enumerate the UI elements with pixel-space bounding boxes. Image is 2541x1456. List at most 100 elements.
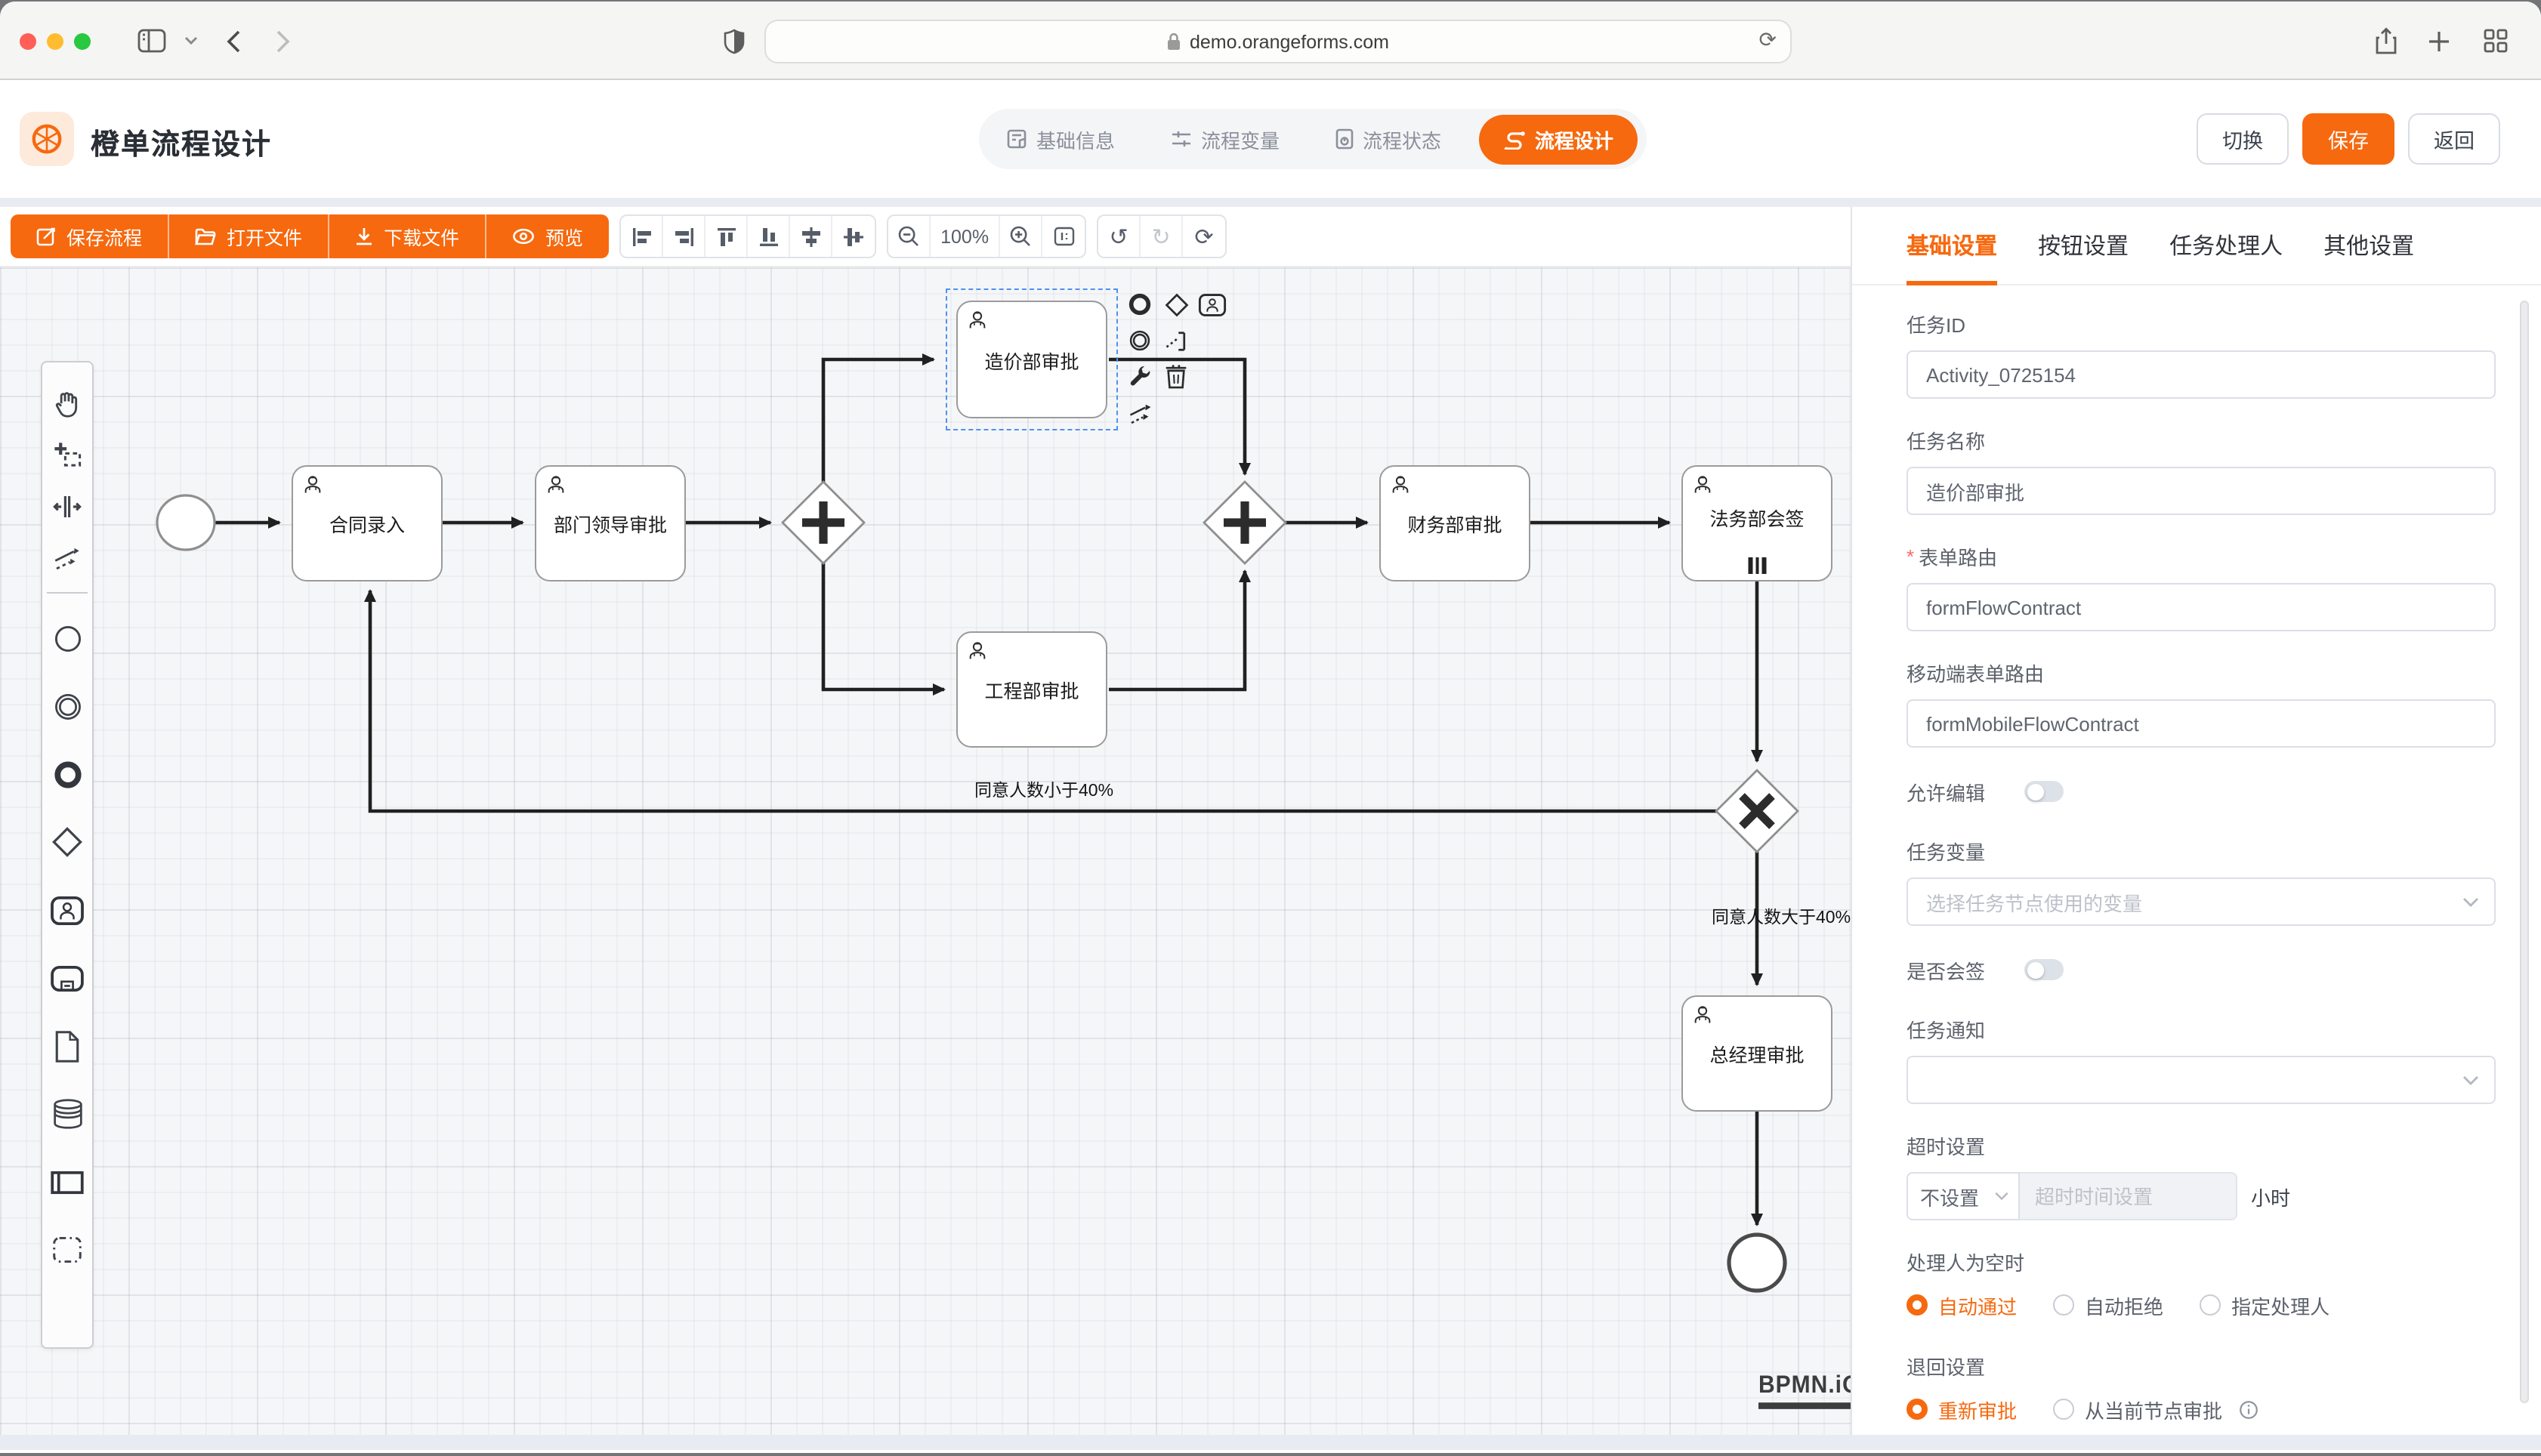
trash-icon[interactable]: [1160, 361, 1192, 393]
file-button-group: 保存流程 打开文件 下载文件 预览: [11, 214, 609, 258]
align-center-horizontal-button[interactable]: [790, 216, 832, 257]
task-node-contract-entry[interactable]: 合同录入: [292, 465, 443, 581]
tab-basic-info[interactable]: 基础信息: [988, 125, 1133, 153]
align-center-vertical-button[interactable]: [832, 216, 875, 257]
edit-icon: [36, 227, 56, 246]
parallel-gateway-join: [1204, 482, 1286, 563]
task-node-gm-approve[interactable]: 总经理审批: [1681, 995, 1832, 1112]
align-bottom-button[interactable]: [748, 216, 790, 257]
zoom-in-button[interactable]: [1000, 216, 1042, 257]
task-variable-select[interactable]: 选择任务节点使用的变量: [1907, 878, 2496, 926]
tab-overview-icon[interactable]: [2478, 23, 2514, 59]
tab-task-assignee[interactable]: 任务处理人: [2169, 207, 2283, 284]
tab-basic-settings[interactable]: 基础设置: [1907, 207, 1997, 284]
align-left-button[interactable]: [621, 216, 663, 257]
back-icon[interactable]: [215, 23, 251, 59]
task-notice-label: 任务通知: [1907, 1015, 2453, 1044]
edge-label-gt40[interactable]: 同意人数大于40%: [1712, 905, 1851, 929]
save-flow-button[interactable]: 保存流程: [11, 214, 169, 258]
reset-button[interactable]: ⟳: [1183, 216, 1225, 257]
tab-label: 流程状态: [1363, 125, 1441, 153]
connect-tool-icon[interactable]: [1124, 397, 1156, 429]
sidebar-icon[interactable]: [133, 23, 169, 59]
sliders-icon: [1171, 128, 1192, 150]
mobile-form-route-label: 移动端表单路由: [1907, 659, 2453, 687]
append-text-annotation-icon[interactable]: [1160, 325, 1192, 356]
tab-flow-variables[interactable]: 流程变量: [1153, 125, 1298, 153]
task-notice-select[interactable]: [1907, 1056, 2496, 1104]
radio-assign-handler[interactable]: 指定处理人: [2200, 1291, 2330, 1319]
zoom-group: 100%: [887, 214, 1086, 258]
radio-label: 指定处理人: [2231, 1291, 2330, 1319]
append-end-event-icon[interactable]: [1124, 288, 1156, 320]
eye-icon: [512, 228, 535, 245]
preview-button[interactable]: 预览: [486, 214, 609, 258]
radio-re-approve[interactable]: 重新审批: [1907, 1395, 2017, 1424]
task-node-engineering-approve[interactable]: 工程部审批: [956, 631, 1107, 748]
header-divider: [0, 198, 2541, 207]
minimize-window-button[interactable]: [47, 33, 63, 50]
chevron-down-icon[interactable]: [172, 23, 208, 59]
task-node-cost-dept-approve[interactable]: 造价部审批: [956, 301, 1107, 418]
button-label: 保存流程: [66, 222, 142, 251]
switch-button[interactable]: 切换: [2197, 113, 2289, 165]
user-icon: [302, 474, 323, 495]
shield-icon[interactable]: [716, 23, 752, 59]
save-button[interactable]: 保存: [2302, 113, 2394, 165]
timeout-mode-select[interactable]: 不设置: [1907, 1172, 2020, 1220]
address-bar[interactable]: demo.orangeforms.com ⟳: [764, 20, 1792, 63]
wrench-icon[interactable]: [1124, 361, 1156, 393]
allow-edit-toggle[interactable]: [2024, 781, 2064, 802]
bpmn-io-watermark: BPMN.iO: [1758, 1371, 1851, 1409]
task-node-legal-countersign[interactable]: 法务部会签: [1681, 465, 1832, 581]
back-button[interactable]: 返回: [2408, 113, 2500, 165]
align-right-button[interactable]: [663, 216, 705, 257]
button-label: 打开文件: [227, 222, 302, 251]
task-node-finance-approve[interactable]: 财务部审批: [1379, 465, 1530, 581]
close-window-button[interactable]: [20, 33, 36, 50]
radio-auto-reject[interactable]: 自动拒绝: [2053, 1291, 2163, 1319]
open-file-button[interactable]: 打开文件: [169, 214, 329, 258]
download-file-button[interactable]: 下载文件: [329, 214, 486, 258]
tab-label: 流程设计: [1535, 125, 1613, 153]
share-icon[interactable]: [2367, 23, 2404, 59]
undo-button[interactable]: ↺: [1098, 216, 1141, 257]
tab-button-settings[interactable]: 按钮设置: [2038, 207, 2129, 284]
context-pad: [1124, 288, 1236, 433]
zoom-window-button[interactable]: [74, 33, 91, 50]
task-id-input[interactable]: [1907, 350, 2496, 399]
select-value: 不设置: [1920, 1182, 1979, 1211]
forward-icon[interactable]: [264, 23, 301, 59]
radio-auto-pass[interactable]: 自动通过: [1907, 1291, 2017, 1319]
panel-scrollbar[interactable]: [2520, 301, 2529, 1403]
zoom-out-button[interactable]: [888, 216, 931, 257]
append-user-task-icon[interactable]: [1196, 288, 1228, 320]
panel-body: 任务ID 任务名称 * 表单路由 移动端表单路由 允许编辑 任务变量 选择任务节…: [1852, 285, 2499, 1426]
redo-button[interactable]: ↻: [1141, 216, 1183, 257]
tab-flow-status[interactable]: 流程状态: [1317, 125, 1459, 153]
select-placeholder: 选择任务节点使用的变量: [1926, 887, 2142, 916]
countersign-toggle[interactable]: [2024, 959, 2064, 980]
align-top-button[interactable]: [705, 216, 748, 257]
reload-icon[interactable]: ⟳: [1759, 27, 1777, 53]
radio-from-current-node[interactable]: 从当前节点审批: [2053, 1395, 2258, 1424]
user-icon: [1692, 1004, 1713, 1026]
task-node-dept-leader-approve[interactable]: 部门领导审批: [535, 465, 686, 581]
mobile-form-route-input[interactable]: [1907, 699, 2496, 748]
form-route-input[interactable]: [1907, 583, 2496, 631]
tab-other-settings[interactable]: 其他设置: [2323, 207, 2414, 284]
append-gateway-icon[interactable]: [1160, 288, 1192, 320]
zoom-level[interactable]: 100%: [931, 216, 1000, 257]
url-text: demo.orangeforms.com: [1190, 31, 1389, 52]
task-label: 法务部会签: [1709, 503, 1804, 532]
tab-flow-design[interactable]: 流程设计: [1479, 114, 1638, 164]
timeout-value-input[interactable]: [2020, 1172, 2237, 1220]
edge-label-lt40[interactable]: 同意人数小于40%: [974, 778, 1113, 802]
task-name-input[interactable]: [1907, 467, 2496, 515]
append-intermediate-event-icon[interactable]: [1124, 325, 1156, 356]
bpmn-canvas[interactable]: 合同录入 部门领导审批 造价部审批 工程部审批 财务部审批 法务部会签: [0, 267, 1851, 1435]
form-route-label: * 表单路由: [1907, 542, 2453, 571]
new-tab-icon[interactable]: [2420, 23, 2456, 59]
user-icon: [967, 310, 988, 331]
fit-viewport-button[interactable]: [1042, 216, 1085, 257]
